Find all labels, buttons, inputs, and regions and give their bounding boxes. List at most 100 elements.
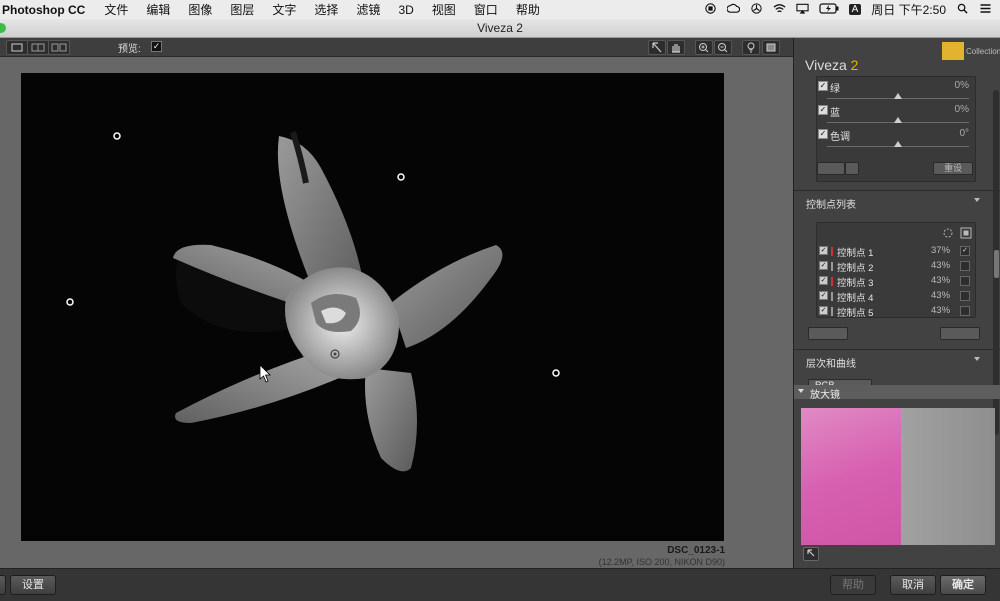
control-point-color-marker <box>831 247 833 256</box>
mac-menubar: Photoshop CC 文件 编辑 图像 图层 文字 选择 滤镜 3D 视图 … <box>0 0 1000 19</box>
app-menu[interactable]: Photoshop CC <box>0 3 95 17</box>
loupe-preview <box>801 408 995 545</box>
loupe-collapse-icon[interactable] <box>798 389 804 393</box>
mode-button[interactable] <box>817 162 845 175</box>
control-point-label: 控制点 1 <box>837 248 874 259</box>
arrow-pointer-icon <box>652 42 662 53</box>
blue-slider[interactable] <box>827 117 969 123</box>
help-button[interactable] <box>0 575 6 595</box>
control-point-row[interactable]: ✓ 控制点 1 37% ✓ <box>817 244 977 259</box>
control-point-select-checkbox[interactable] <box>960 306 970 316</box>
menu-file[interactable]: 文件 <box>95 1 137 18</box>
levels-curves-collapse-icon[interactable] <box>974 357 980 361</box>
control-point-visibility-checkbox[interactable]: ✓ <box>819 261 828 270</box>
control-points-collapse-icon[interactable] <box>974 198 980 202</box>
control-point-visibility-checkbox[interactable]: ✓ <box>819 246 828 255</box>
control-points-header[interactable]: 控制点列表 <box>806 196 856 211</box>
cancel-button[interactable]: 取消 <box>890 575 936 595</box>
levels-curves-header[interactable]: 层次和曲线 <box>806 355 856 370</box>
green-slider-thumb[interactable] <box>894 93 902 99</box>
save-button[interactable]: 帮助 <box>830 575 876 595</box>
ok-button[interactable]: 确定 <box>940 575 986 595</box>
menu-filter[interactable]: 滤镜 <box>347 1 389 18</box>
control-point-row[interactable]: ✓ 控制点 4 43% <box>817 289 977 304</box>
select-all-points-icon[interactable] <box>960 227 972 239</box>
background-color-button[interactable] <box>762 40 780 55</box>
hand-tool-button[interactable] <box>667 40 685 55</box>
hue-value: 0° <box>959 128 969 139</box>
battery-icon[interactable] <box>819 2 839 17</box>
show-all-points-icon[interactable] <box>942 227 954 239</box>
green-value: 0% <box>954 80 969 91</box>
duplicate-point-button[interactable] <box>808 327 848 340</box>
loupe-header[interactable]: 放大镜 <box>794 385 1000 401</box>
menu-window[interactable]: 窗口 <box>465 1 507 18</box>
blue-checkbox[interactable]: ✓ <box>818 105 828 115</box>
settings-button[interactable]: 设置 <box>10 575 56 595</box>
loupe-pin-button[interactable] <box>803 547 819 561</box>
notification-center-icon[interactable] <box>979 3 992 17</box>
hue-slider-thumb[interactable] <box>894 141 902 147</box>
loupe-label: 放大镜 <box>810 390 840 401</box>
separator <box>794 349 1000 350</box>
control-point-select-checkbox[interactable]: ✓ <box>960 246 970 256</box>
reset-button[interactable]: 重设 <box>933 162 973 175</box>
control-point-row[interactable]: ✓ 控制点 3 43% <box>817 274 977 289</box>
photo-preview[interactable] <box>21 73 724 541</box>
brightness-tool-button[interactable] <box>742 40 760 55</box>
spotlight-search-icon[interactable] <box>956 3 969 17</box>
side-by-side-view-icon <box>51 43 67 52</box>
fan-icon[interactable] <box>750 2 763 17</box>
panel-scrollbar-thumb[interactable] <box>994 250 999 278</box>
control-point-label: 控制点 2 <box>837 263 874 274</box>
control-point-select-checkbox[interactable] <box>960 276 970 286</box>
green-checkbox[interactable]: ✓ <box>818 81 828 91</box>
control-point-row[interactable]: ✓ 控制点 5 43% <box>817 304 977 319</box>
delete-point-button[interactable] <box>940 327 980 340</box>
green-slider[interactable] <box>827 93 969 99</box>
single-view-icon <box>11 43 23 52</box>
input-method-icon[interactable]: A <box>848 4 862 15</box>
mode-dropdown-button[interactable] <box>845 162 859 175</box>
menu-select[interactable]: 选择 <box>305 1 347 18</box>
menu-view[interactable]: 视图 <box>423 1 465 18</box>
side-by-side-view-button[interactable] <box>48 40 70 55</box>
menu-3d[interactable]: 3D <box>389 3 422 17</box>
control-point-color-marker <box>831 307 833 316</box>
hue-checkbox[interactable]: ✓ <box>818 129 828 139</box>
split-view-button[interactable] <box>27 40 49 55</box>
menu-layer[interactable]: 图层 <box>221 1 263 18</box>
menu-help[interactable]: 帮助 <box>507 1 549 18</box>
preview-checkbox[interactable]: ✓ <box>151 41 162 52</box>
blue-slider-thumb[interactable] <box>894 117 902 123</box>
control-point-label: 控制点 3 <box>837 278 874 289</box>
clock[interactable]: 周日 下午2:50 <box>871 1 946 18</box>
menu-type[interactable]: 文字 <box>263 1 305 18</box>
hue-slider[interactable] <box>827 141 969 147</box>
menu-edit[interactable]: 编辑 <box>137 1 179 18</box>
blue-value: 0% <box>954 104 969 115</box>
control-point-label: 控制点 4 <box>837 293 874 304</box>
control-point-visibility-checkbox[interactable]: ✓ <box>819 276 828 285</box>
split-view-icon <box>31 43 45 52</box>
control-point-select-checkbox[interactable] <box>960 291 970 301</box>
preview-label: 预览: <box>118 44 141 55</box>
creative-cloud-icon[interactable] <box>726 3 740 17</box>
zoom-in-button[interactable] <box>695 40 713 55</box>
control-point-value: 37% <box>931 245 951 256</box>
control-point-row[interactable]: ✓ 控制点 2 43% <box>817 259 977 274</box>
stop-icon[interactable] <box>704 2 717 17</box>
pointer-tool-button[interactable] <box>648 40 666 55</box>
menu-image[interactable]: 图像 <box>179 1 221 18</box>
control-point-visibility-checkbox[interactable]: ✓ <box>819 306 828 315</box>
brand-name: Viveza <box>805 57 847 73</box>
airplay-icon[interactable] <box>795 3 809 17</box>
control-point-select-checkbox[interactable] <box>960 261 970 271</box>
single-view-button[interactable] <box>6 40 28 55</box>
zoom-out-button[interactable] <box>714 40 732 55</box>
collection-text: Collection <box>966 47 1000 56</box>
brand-version: 2 <box>850 57 859 73</box>
control-point-visibility-checkbox[interactable]: ✓ <box>819 291 828 300</box>
zoom-out-icon <box>718 43 728 53</box>
wifi-icon[interactable] <box>773 3 786 17</box>
